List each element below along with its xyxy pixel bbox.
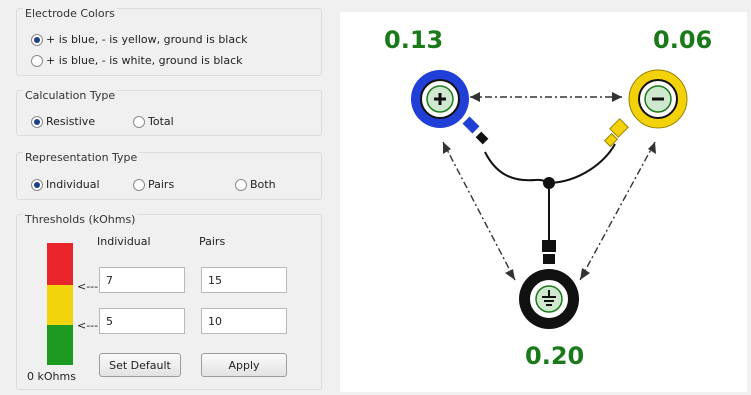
zero-kohms-label: 0 kOhms xyxy=(27,370,76,383)
threshold-red-bar xyxy=(47,243,73,285)
threshold-green-bar xyxy=(47,325,73,365)
radio-selected-icon[interactable] xyxy=(31,33,43,46)
calculation-type-total-label: Total xyxy=(148,115,174,128)
representation-type-group: Representation Type Individual Pairs Bot… xyxy=(16,151,322,200)
representation-type-both[interactable]: Both xyxy=(235,178,276,191)
calculation-type-total[interactable]: Total xyxy=(133,115,174,128)
negative-electrode xyxy=(603,69,688,148)
electrode-diagram xyxy=(411,69,688,329)
radio-selected-icon[interactable] xyxy=(31,115,43,128)
radio-unselected-icon[interactable] xyxy=(133,115,145,128)
individual-header: Individual xyxy=(97,235,151,248)
wire-junction xyxy=(543,177,555,189)
electrode-colors-option-2[interactable]: + is blue, - is white, ground is black xyxy=(31,54,243,67)
pairs-low-input[interactable] xyxy=(201,308,287,334)
thresholds-group: Thresholds (kOhms) <--- <--- Individual … xyxy=(16,213,322,390)
representation-type-pairs-label: Pairs xyxy=(148,178,175,191)
individual-high-input[interactable] xyxy=(99,267,185,293)
electrode-colors-option-2-label: + is blue, - is white, ground is black xyxy=(46,54,243,67)
positive-ground-link xyxy=(442,141,516,281)
positive-wire xyxy=(484,151,550,184)
calculation-type-title: Calculation Type xyxy=(23,89,118,102)
threshold-yellow-bar xyxy=(47,285,73,325)
representation-type-individual[interactable]: Individual xyxy=(31,178,100,191)
calculation-type-resistive[interactable]: Resistive xyxy=(31,115,95,128)
negative-wire xyxy=(548,143,616,184)
electrode-wires xyxy=(484,143,616,242)
electrode-diagram-panel: 0.13 0.06 0.20 xyxy=(340,12,747,392)
thresholds-title: Thresholds (kOhms) xyxy=(23,213,138,226)
representation-type-both-label: Both xyxy=(250,178,276,191)
representation-type-pairs[interactable]: Pairs xyxy=(133,178,174,191)
pairs-header: Pairs xyxy=(199,235,226,248)
radio-unselected-icon[interactable] xyxy=(133,178,145,191)
ground-electrode-value: 0.20 xyxy=(525,342,585,370)
electrode-colors-option-1[interactable]: + is blue, - is yellow, ground is black xyxy=(31,33,248,46)
set-default-button[interactable]: Set Default xyxy=(99,353,181,377)
calculation-type-resistive-label: Resistive xyxy=(46,115,96,128)
pairs-high-input[interactable] xyxy=(201,267,287,293)
radio-unselected-icon[interactable] xyxy=(31,54,43,67)
electrode-colors-option-1-label: + is blue, - is yellow, ground is black xyxy=(46,33,248,46)
electrode-colors-group: Electrode Colors + is blue, - is yellow,… xyxy=(16,7,322,76)
radio-selected-icon[interactable] xyxy=(31,178,43,191)
positive-electrode-value: 0.13 xyxy=(384,26,444,54)
threshold-low-arrow: <--- xyxy=(77,319,99,332)
negative-ground-link xyxy=(579,141,656,281)
ground-electrode xyxy=(519,240,579,329)
representation-type-individual-label: Individual xyxy=(46,178,100,191)
threshold-high-arrow: <--- xyxy=(77,280,99,293)
negative-electrode-value: 0.06 xyxy=(653,26,713,54)
electrode-colors-title: Electrode Colors xyxy=(23,7,117,20)
individual-low-input[interactable] xyxy=(99,308,185,334)
radio-unselected-icon[interactable] xyxy=(235,178,247,191)
calculation-type-group: Calculation Type Resistive Total xyxy=(16,89,322,136)
representation-type-title: Representation Type xyxy=(23,151,140,164)
apply-button[interactable]: Apply xyxy=(201,353,287,377)
positive-electrode xyxy=(411,70,489,145)
